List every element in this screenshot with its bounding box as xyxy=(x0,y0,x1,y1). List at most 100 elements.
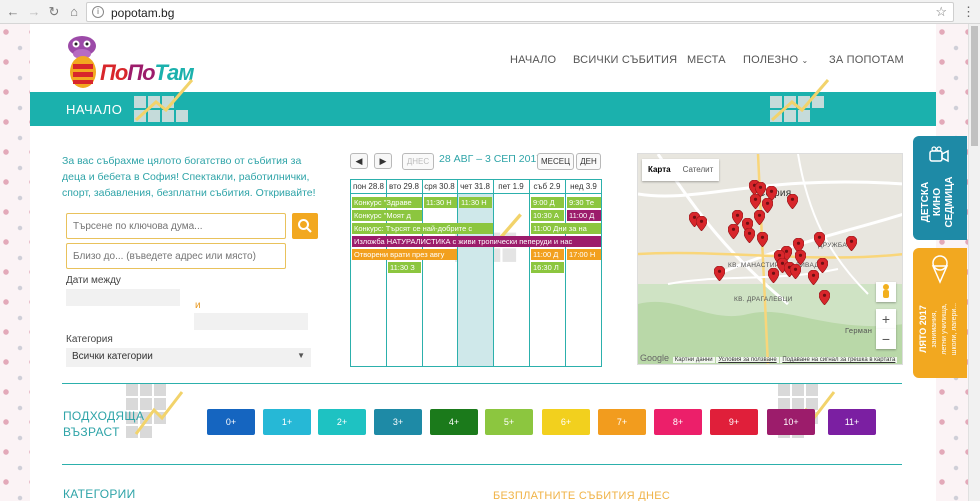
calendar-event[interactable]: 9:30 Те xyxy=(567,197,601,208)
home-icon[interactable]: ⌂ xyxy=(66,4,82,20)
date-from-input[interactable] xyxy=(66,289,180,306)
calendar-month-button[interactable]: МЕСЕЦ xyxy=(537,153,574,170)
calendar-day-header: чет 31.8 xyxy=(457,180,493,194)
map-attribution: Google Картни данни Условия за ползване … xyxy=(638,353,902,364)
age-filter-button[interactable]: 7+ xyxy=(598,409,646,435)
map-pin-icon[interactable] xyxy=(750,194,761,209)
info-icon[interactable]: i xyxy=(92,6,104,18)
calendar-day-header: сря 30.8 xyxy=(422,180,457,194)
background-pattern-left xyxy=(0,24,30,501)
map-report-link[interactable]: Подаване на сигнал за грешка в картата xyxy=(780,357,898,363)
browser-toolbar: ← → ↻ ⌂ i popotam.bg ☆ ⋮ xyxy=(0,0,980,24)
calendar-event[interactable]: 17:00 Н xyxy=(567,249,601,260)
categories-title: КАТЕГОРИИ xyxy=(63,487,136,501)
map-terms-link[interactable]: Условия за ползване xyxy=(716,357,779,363)
kids-cinema-week-tab[interactable]: ДЕТСКА КИНО СЕДМИЦА xyxy=(913,136,967,240)
age-filter-button[interactable]: 11+ xyxy=(828,409,876,435)
map-pin-icon[interactable] xyxy=(795,250,806,265)
nav-about[interactable]: ЗА ПОПОТАМ xyxy=(829,54,904,66)
calendar-day-header: съб 2.9 xyxy=(529,180,565,194)
calendar-event[interactable]: 16:30 Л xyxy=(531,262,564,273)
calendar-event[interactable]: Конкурс "Здраве xyxy=(352,197,422,208)
calendar-event[interactable]: Конкурс: Търсят се най-добрите с xyxy=(352,223,493,234)
map-pin-icon[interactable] xyxy=(696,216,707,231)
map-pin-icon[interactable] xyxy=(814,232,825,247)
calendar-event[interactable]: 11:30 Н xyxy=(459,197,492,208)
reload-icon[interactable]: ↻ xyxy=(46,4,62,20)
nav-places[interactable]: МЕСТА xyxy=(687,54,726,66)
map-type-tabs: Карта Сателит xyxy=(642,159,720,181)
and-label: и xyxy=(195,300,201,311)
calendar-column-divider xyxy=(565,180,566,366)
map-pin-icon[interactable] xyxy=(787,194,798,209)
caret-down-icon: ▼ xyxy=(297,351,305,360)
calendar-event[interactable]: 11:30 З xyxy=(388,262,421,273)
map-pin-icon[interactable] xyxy=(728,224,739,239)
age-filter-button[interactable]: 1+ xyxy=(263,409,311,435)
street-view-pegman-icon[interactable] xyxy=(876,282,896,302)
map-pin-icon[interactable] xyxy=(757,232,768,247)
age-filter-button[interactable]: 10+ xyxy=(767,409,815,435)
keyword-search-input[interactable] xyxy=(66,213,286,239)
nav-all-events[interactable]: ВСИЧКИ СЪБИТИЯ xyxy=(573,54,677,66)
map-district-label: Герман xyxy=(845,326,873,335)
age-filter-button[interactable]: 0+ xyxy=(207,409,255,435)
scrollbar-thumb[interactable] xyxy=(971,26,978,146)
age-filter-button[interactable]: 5+ xyxy=(485,409,533,435)
arrow-left-icon[interactable]: ← xyxy=(5,4,21,20)
map-pin-icon[interactable] xyxy=(790,264,801,279)
age-filter-button[interactable]: 4+ xyxy=(430,409,478,435)
calendar-next-button[interactable]: ▶ xyxy=(374,153,392,169)
map-pin-icon[interactable] xyxy=(754,210,765,225)
age-filter-button[interactable]: 6+ xyxy=(542,409,590,435)
video-camera-icon xyxy=(929,146,949,163)
map-tab-satellite[interactable]: Сателит xyxy=(677,159,720,181)
map-pin-icon[interactable] xyxy=(744,228,755,243)
map-data-link[interactable]: Картни данни xyxy=(672,357,715,363)
calendar-column-divider xyxy=(529,180,530,366)
calendar-event[interactable]: 10:30 А xyxy=(531,210,564,221)
map-zoom-in-button[interactable]: + xyxy=(876,309,896,329)
map-pin-icon[interactable] xyxy=(768,268,779,283)
calendar-event[interactable]: 11:00 Д xyxy=(567,210,601,221)
map-pin-icon[interactable] xyxy=(808,270,819,285)
age-filter-button[interactable]: 2+ xyxy=(318,409,366,435)
map-pin-icon[interactable] xyxy=(714,266,725,281)
calendar-prev-button[interactable]: ◀ xyxy=(350,153,368,169)
calendar-column-divider xyxy=(457,180,458,366)
search-button[interactable] xyxy=(292,213,318,239)
nav-useful[interactable]: ПОЛЕЗНО ⌄ xyxy=(743,54,808,66)
calendar-today-button[interactable]: ДНЕС xyxy=(402,153,434,170)
near-location-input[interactable] xyxy=(66,243,286,269)
map-zoom-out-button[interactable]: − xyxy=(876,329,896,349)
summer-2017-tab[interactable]: ЛЯТО 2017 занимания, летни училища, школи, … xyxy=(913,248,967,378)
age-filter-button[interactable]: 9+ xyxy=(710,409,758,435)
age-filter-button[interactable]: 3+ xyxy=(374,409,422,435)
map-pin-icon[interactable] xyxy=(846,236,857,251)
calendar-day-button[interactable]: ДЕН xyxy=(576,153,601,170)
chevron-right-icon: ▶ xyxy=(379,156,387,166)
nav-home[interactable]: НАЧАЛО xyxy=(510,54,556,66)
calendar-event[interactable]: 11:00 Д xyxy=(531,249,564,260)
google-logo: Google xyxy=(640,353,670,363)
map-tab-map[interactable]: Карта xyxy=(642,159,677,181)
address-bar[interactable]: i popotam.bg ☆ xyxy=(86,2,954,22)
scrollbar[interactable] xyxy=(968,24,980,501)
calendar-event[interactable]: 9:00 Д xyxy=(531,197,564,208)
arrow-right-icon[interactable]: → xyxy=(26,4,42,20)
map-pin-icon[interactable] xyxy=(819,290,830,305)
date-to-input[interactable] xyxy=(194,313,308,330)
calendar-event[interactable]: 11:30 Н xyxy=(424,197,457,208)
age-filter-button[interactable]: 8+ xyxy=(654,409,702,435)
calendar-column-divider xyxy=(493,180,494,366)
calendar-event[interactable]: Конкурс "Моят д xyxy=(352,210,422,221)
kids-cinema-week-label: ДЕТСКА КИНО СЕДМИЦА xyxy=(920,176,955,228)
category-select[interactable]: Всички категории ▼ xyxy=(66,348,311,367)
bookmark-star-icon[interactable]: ☆ xyxy=(935,4,947,20)
calendar-event[interactable]: Отворени врати през авгу xyxy=(352,249,457,260)
calendar-event[interactable]: Изложба НАТУРАЛИСТИКА с живи тропически … xyxy=(352,236,601,247)
events-map[interactable]: КартаСателит София КВ. МАНАСТИРСКИ ЛИВАД… xyxy=(637,153,903,365)
browser-menu-icon[interactable]: ⋮ xyxy=(962,4,975,20)
calendar-event[interactable]: 11:00 Дни за на xyxy=(531,223,601,234)
calendar-column-divider xyxy=(422,180,423,366)
